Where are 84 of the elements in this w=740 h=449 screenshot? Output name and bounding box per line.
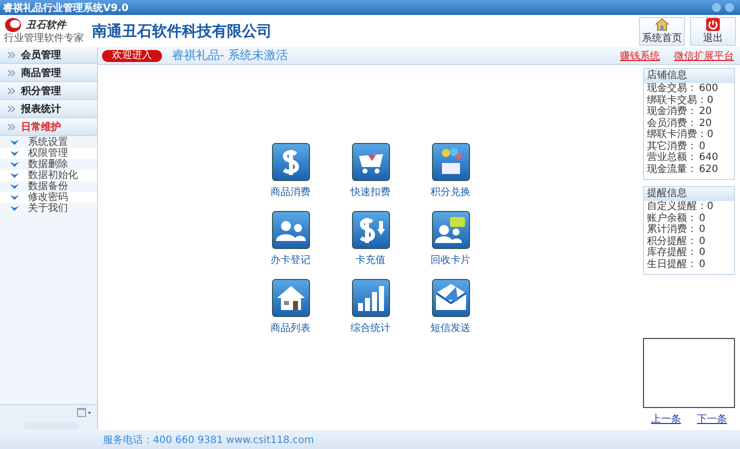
calendar-icon[interactable] [77,408,91,416]
info-value: 0 [707,130,714,140]
panel-title: 提醒信息 [644,187,734,201]
info-label: 账户余额： [647,214,698,224]
function-tile[interactable]: 办卡登记 [250,211,330,267]
gift-icon [432,143,470,181]
info-label: 会员消费： [647,118,698,128]
logo-name: 丑石软件 [26,18,66,32]
sidebar-item[interactable]: 数据删除 [0,159,97,170]
info-label: 现金流量： [647,164,698,175]
welcome-badge: 欢迎进入 [102,50,162,62]
sidebar-group[interactable]: 商品管理 [0,65,97,82]
window-title: 睿祺礼品行业管理系统V9.0 [3,2,128,14]
info-value: 0 [699,214,706,224]
info-value: 0 [699,142,706,152]
info-label: 绑联卡消费： [647,130,707,140]
double-chevron-icon [8,106,15,112]
info-label: 生日提醒： [647,260,698,270]
sidebar-group[interactable]: 会员管理 [0,47,97,64]
logo-tagline: 行业管理软件专家 [4,33,84,45]
sidebar-item[interactable]: 关于我们 [0,203,97,214]
close-icon[interactable] [725,3,734,12]
double-chevron-icon [8,70,15,76]
system-status: 睿祺礼品- 系统未激活 [172,47,288,64]
info-value: 620 [699,164,718,175]
sidebar-item[interactable]: 数据初始化 [0,170,97,181]
company-name: 南通丑石软件科技有限公司 [92,22,272,40]
header-link[interactable]: 赚钱系统 [620,48,660,62]
info-value: 0 [707,202,714,212]
chat-user-icon [432,211,470,249]
double-chevron-icon [8,52,15,58]
sidebar-item[interactable]: 修改密码 [0,192,97,203]
sidebar-item[interactable]: 系统设置 [0,137,97,148]
sidebar-group[interactable]: 报表统计 [0,101,97,118]
info-value: 0 [699,260,706,270]
sidebar-item[interactable]: 权限管理 [0,148,97,159]
double-chevron-icon [8,124,15,130]
info-label: 绑联卡交易： [647,96,707,106]
info-value: 0 [699,236,706,247]
panel-title: 店铺信息 [644,69,734,83]
info-value: 0 [707,96,714,106]
house-icon [653,18,671,30]
logo-icon [4,17,24,33]
exit-button[interactable]: 退出 [690,16,736,46]
function-tile[interactable]: 积分兑换 [410,143,490,199]
house-icon [272,279,310,317]
info-label: 现金交易： [647,84,698,94]
function-tile[interactable]: 商品消费 [250,143,330,199]
info-value: 640 [699,153,718,164]
pager-link[interactable]: 下一条 [697,412,727,426]
home-button[interactable]: 系统首页 [639,16,685,46]
pager-link[interactable]: 上一条 [651,412,681,426]
info-value: 0 [699,248,706,258]
function-tile[interactable]: 商品列表 [250,279,330,335]
function-tile[interactable]: 回收卡片 [410,211,490,267]
info-label: 库存提醒： [647,248,698,258]
function-tile[interactable]: 综合统计 [330,279,410,335]
double-chevron-icon [8,88,15,94]
info-value: 20 [699,118,712,129]
recharge-icon [352,211,390,249]
sidebar-group[interactable]: 日常维护 [0,119,97,136]
sidebar-item[interactable]: 数据备份 [0,181,97,192]
users-icon [272,211,310,249]
info-label: 现金消费： [647,107,698,118]
bar-chart-icon [352,279,390,317]
info-label: 其它消费： [647,142,698,152]
envelope-icon [432,279,470,317]
info-label: 营业总额： [647,153,698,164]
info-label: 自定义提醒： [647,202,707,212]
function-tile[interactable]: 快速扣费 [330,143,410,199]
sidebar-group[interactable]: 积分管理 [0,83,97,100]
header-link[interactable]: 微信扩展平台 [674,48,734,62]
info-label: 积分提醒： [647,236,698,246]
function-tile[interactable]: 短信发送 [410,279,490,335]
power-icon [704,18,722,30]
help-icon[interactable] [712,3,721,12]
info-label: 累计消费： [647,225,698,236]
info-value: 0 [699,225,706,236]
info-value: 20 [699,107,712,118]
service-phone: 服务电话：400 660 9381 www.csit118.com [103,434,314,446]
dollar-icon [272,143,310,181]
function-tile[interactable]: 卡充值 [330,211,410,267]
info-value: 600 [699,84,718,94]
cart-icon [352,143,390,181]
